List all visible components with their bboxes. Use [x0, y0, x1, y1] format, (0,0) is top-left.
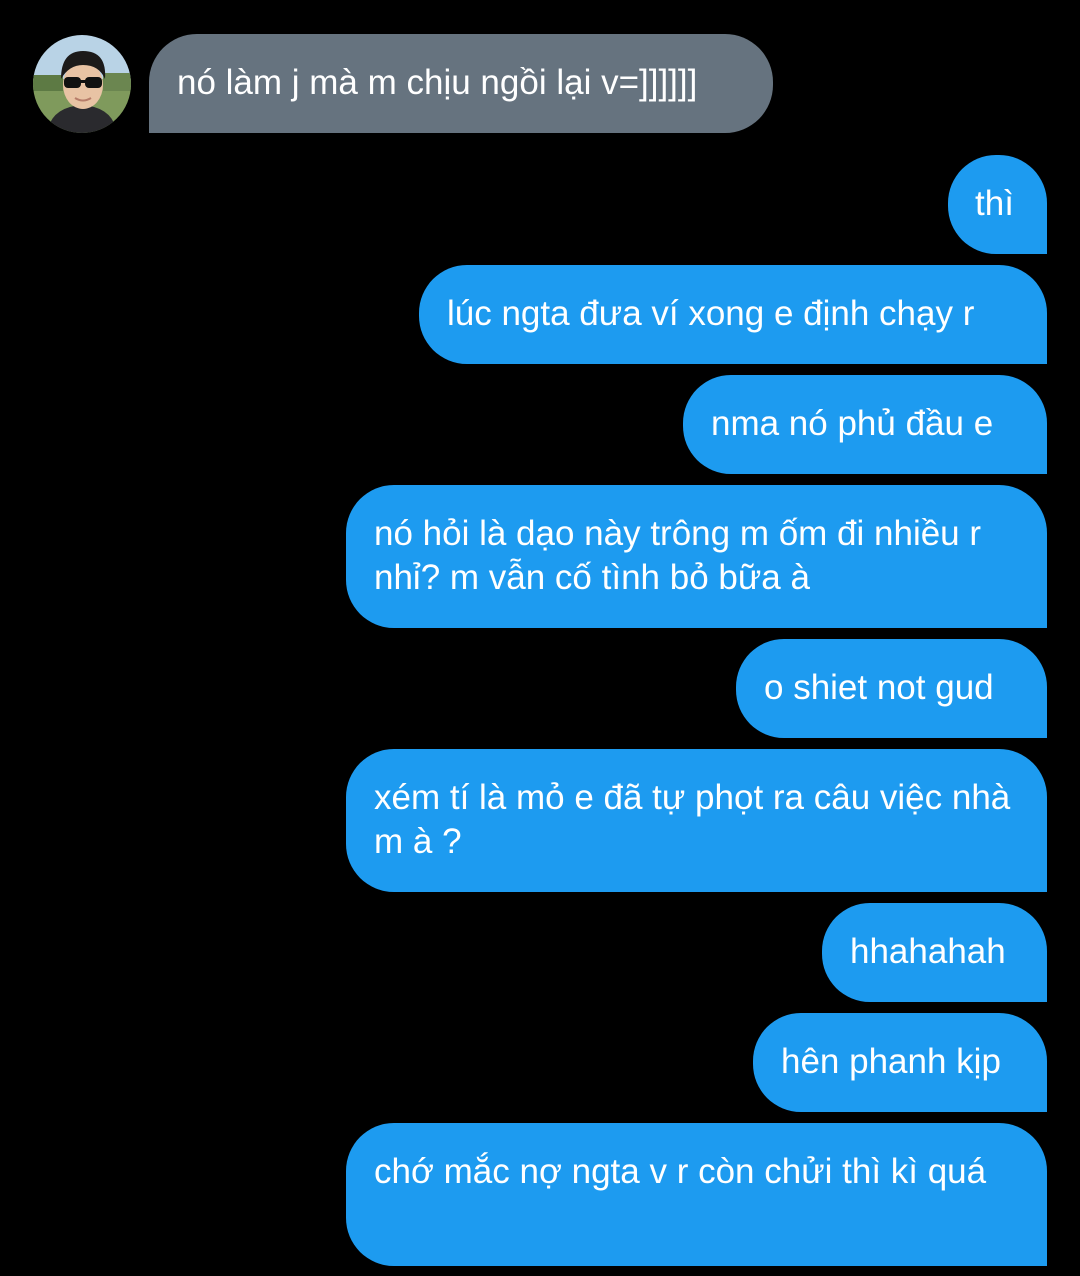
message-text: o shiet not gud [764, 668, 994, 707]
message-bubble-sent[interactable]: o shiet not gud [736, 639, 1047, 738]
message-bubble-sent[interactable]: thì [948, 155, 1047, 254]
contact-avatar[interactable] [33, 35, 131, 133]
message-bubble-received[interactable]: nó làm j mà m chịu ngồi lại v=]]]]]] [149, 34, 773, 133]
message-bubble-sent[interactable]: hhahahah [822, 903, 1047, 1002]
message-bubble-sent[interactable]: nma nó phủ đầu e [683, 375, 1047, 474]
message-bubble-sent[interactable]: lúc ngta đưa ví xong e định chạy r [419, 265, 1047, 364]
message-bubble-sent[interactable]: xém tí là mỏ e đã tự phọt ra câu việc nh… [346, 749, 1047, 892]
message-text: hhahahah [850, 932, 1006, 971]
message-text: nó làm j mà m chịu ngồi lại v=]]]]]] [177, 63, 698, 102]
message-text: lúc ngta đưa ví xong e định chạy r [447, 294, 975, 333]
message-text: chớ mắc nợ ngta v r còn chửi thì kì quá [374, 1152, 987, 1191]
message-text: hên phanh kịp [781, 1042, 1001, 1081]
message-bubble-sent[interactable]: chớ mắc nợ ngta v r còn chửi thì kì quá [346, 1123, 1047, 1266]
message-text: xém tí là mỏ e đã tự phọt ra câu việc nh… [374, 778, 1011, 861]
message-text: nma nó phủ đầu e [711, 404, 994, 443]
message-bubble-sent[interactable]: nó hỏi là dạo này trông m ốm đi nhiều r … [346, 485, 1047, 628]
avatar-photo-icon [33, 35, 131, 133]
message-bubble-sent[interactable]: hên phanh kịp [753, 1013, 1047, 1112]
message-thread: nó làm j mà m chịu ngồi lại v=]]]]]] thì… [0, 0, 1080, 1276]
message-text: nó hỏi là dạo này trông m ốm đi nhiều r … [374, 514, 982, 597]
message-text: thì [975, 184, 1014, 223]
